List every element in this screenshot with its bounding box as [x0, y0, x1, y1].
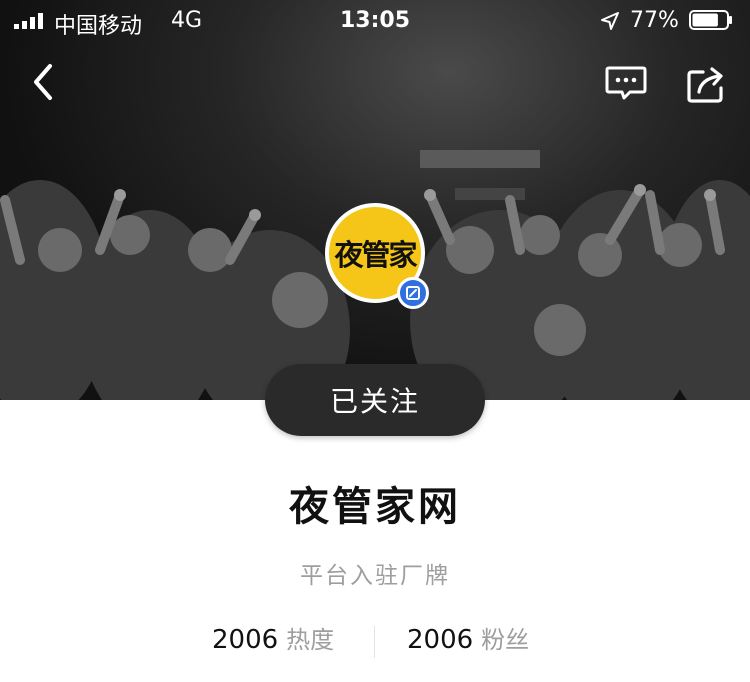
stats-divider: [374, 626, 375, 658]
profile-name: 夜管家网: [289, 484, 461, 530]
header-background: [0, 0, 750, 400]
profile-stats: 2006 热度 2006 粉丝: [0, 620, 750, 664]
status-bar: 中国移动 4G 13:05 77%: [0, 0, 750, 42]
location-arrow-icon: [601, 12, 619, 30]
stat-fans[interactable]: 2006 粉丝: [407, 620, 529, 655]
stat-heat-label: 热度: [286, 626, 335, 654]
share-icon[interactable]: [686, 64, 726, 104]
stat-fans-value: 2006: [407, 625, 474, 655]
profile-subtitle: 平台入驻厂牌: [300, 563, 450, 589]
back-chevron-icon[interactable]: [28, 62, 60, 102]
battery-icon: [689, 10, 732, 30]
stat-fans-label: 粉丝: [481, 626, 530, 654]
following-button[interactable]: 已关注: [265, 364, 485, 436]
verified-badge-icon: [397, 277, 429, 309]
stat-heat-value: 2006: [212, 625, 279, 655]
battery-percent: 77%: [630, 8, 679, 33]
message-icon[interactable]: [605, 65, 647, 101]
stat-heat[interactable]: 2006 热度: [212, 620, 334, 655]
avatar-logo-text: 夜管家: [334, 238, 417, 272]
crowd-photo: [0, 150, 750, 400]
